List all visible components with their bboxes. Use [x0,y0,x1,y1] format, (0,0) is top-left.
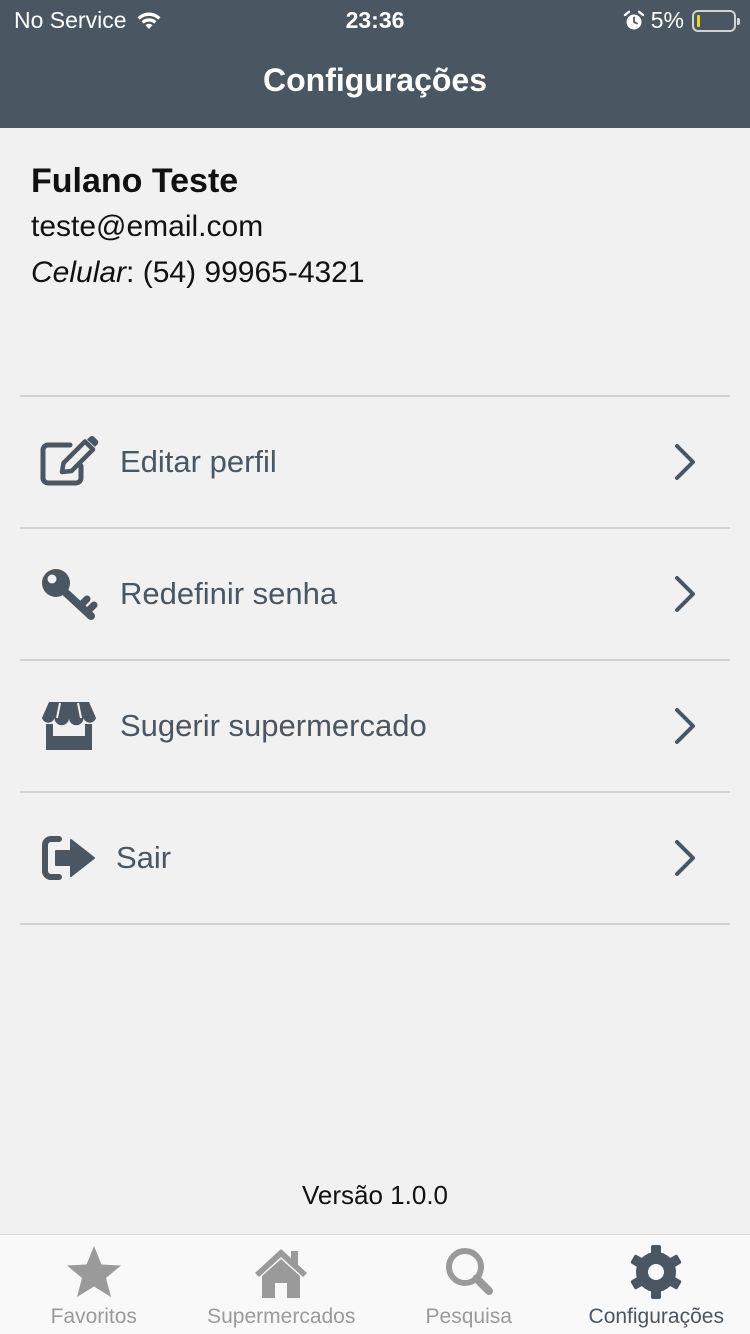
store-icon [38,695,100,757]
gear-icon [631,1245,682,1299]
chevron-right-icon [675,444,695,480]
menu-item-edit-profile[interactable]: Editar perfil [20,397,730,529]
status-bar: No Service 23:36 5% [0,0,750,40]
profile-name: Fulano Teste [31,162,239,200]
tab-pesquisa[interactable]: Pesquisa [375,1235,563,1334]
sign-out-icon [38,827,100,889]
app-version: Versão 1.0.0 [302,1180,448,1210]
menu-item-label: Redefinir senha [120,576,338,611]
tab-label: Supermercados [207,1305,356,1328]
page-title: Configurações [262,62,488,98]
header: No Service 23:36 5% Configurações [0,0,750,128]
tab-label: Favoritos [50,1305,137,1328]
menu-item-logout[interactable]: Sair [20,793,730,925]
profile-email: teste@email.com [31,210,264,243]
tab-label: Configurações [588,1305,724,1328]
edit-icon [38,431,100,493]
menu-item-label: Sugerir supermercado [120,708,427,743]
search-icon [445,1248,493,1295]
tab-bar: Favoritos Supermercados Pesquisa Configu… [0,1234,750,1334]
tab-supermercados[interactable]: Supermercados [188,1235,376,1334]
menu-item-label: Editar perfil [120,444,277,479]
phone-label: Celular [31,256,127,289]
status-right: 5% [623,7,740,34]
home-icon [255,1249,308,1298]
star-icon [66,1246,121,1297]
chevron-right-icon [675,708,695,744]
phone-number: (54) 99965-4321 [142,256,365,289]
profile-phone: Celular: (54) 99965-4321 [31,256,365,289]
chevron-right-icon [675,576,695,612]
settings-menu: Editar perfil Redefinir senha Sugerir su… [20,395,730,925]
alarm-icon [623,10,644,29]
key-icon [38,563,100,625]
tab-favoritos[interactable]: Favoritos [0,1235,188,1334]
tab-configuracoes[interactable]: Configurações [563,1235,750,1334]
chevron-right-icon [675,840,695,876]
menu-item-label: Sair [116,840,172,875]
tab-label: Pesquisa [425,1305,512,1328]
battery-percent: 5% [650,7,684,33]
battery-level [697,14,700,27]
menu-item-reset-password[interactable]: Redefinir senha [20,529,730,661]
menu-item-suggest-store[interactable]: Sugerir supermercado [20,661,730,793]
profile-section: Fulano Teste teste@email.com Celular: (5… [31,158,365,296]
battery-icon [692,9,740,32]
